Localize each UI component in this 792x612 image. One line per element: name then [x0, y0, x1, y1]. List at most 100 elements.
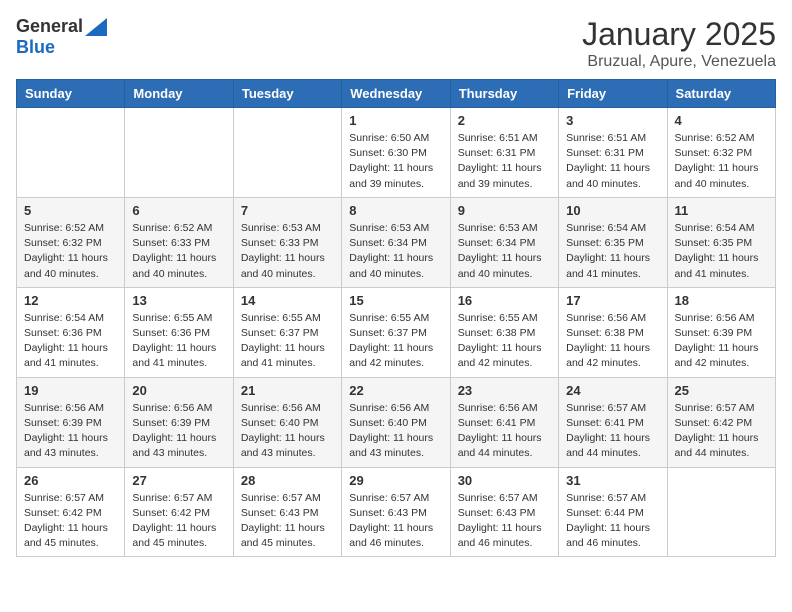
day-number: 29: [349, 473, 442, 488]
calendar-cell: 22 Sunrise: 6:56 AMSunset: 6:40 PMDayligh…: [342, 377, 450, 467]
day-number: 25: [675, 383, 768, 398]
day-number: 30: [458, 473, 551, 488]
day-number: 4: [675, 113, 768, 128]
calendar-cell: 5 Sunrise: 6:52 AMSunset: 6:32 PMDaylight…: [17, 197, 125, 287]
calendar-cell: 28 Sunrise: 6:57 AMSunset: 6:43 PMDayligh…: [233, 467, 341, 557]
day-info: Sunrise: 6:50 AMSunset: 6:30 PMDaylight:…: [349, 131, 442, 192]
day-info: Sunrise: 6:51 AMSunset: 6:31 PMDaylight:…: [566, 131, 659, 192]
day-number: 12: [24, 293, 117, 308]
title-block: January 2025 Bruzual, Apure, Venezuela: [582, 16, 776, 71]
day-number: 17: [566, 293, 659, 308]
day-number: 26: [24, 473, 117, 488]
calendar-cell: 19 Sunrise: 6:56 AMSunset: 6:39 PMDayligh…: [17, 377, 125, 467]
day-number: 23: [458, 383, 551, 398]
logo-general-text: General: [16, 16, 83, 37]
day-info: Sunrise: 6:55 AMSunset: 6:37 PMDaylight:…: [241, 311, 334, 372]
month-title: January 2025: [582, 16, 776, 53]
day-info: Sunrise: 6:55 AMSunset: 6:36 PMDaylight:…: [132, 311, 225, 372]
calendar-cell: 21Sunrise: 6:56 AMSunset: 6:40 PMDayligh…: [233, 377, 341, 467]
day-number: 21: [241, 383, 334, 398]
day-info: Sunrise: 6:55 AMSunset: 6:38 PMDaylight:…: [458, 311, 551, 372]
day-info: Sunrise: 6:54 AMSunset: 6:36 PMDaylight:…: [24, 311, 117, 372]
calendar-cell: 6Sunrise: 6:52 AMSunset: 6:33 PMDaylight…: [125, 197, 233, 287]
calendar-cell: [125, 108, 233, 198]
calendar-header-friday: Friday: [559, 80, 667, 108]
calendar-cell: 2 Sunrise: 6:51 AMSunset: 6:31 PMDaylight…: [450, 108, 558, 198]
day-number: 18: [675, 293, 768, 308]
day-number: 19: [24, 383, 117, 398]
day-info: Sunrise: 6:56 AMSunset: 6:39 PMDaylight:…: [24, 401, 117, 462]
day-info: Sunrise: 6:54 AMSunset: 6:35 PMDaylight:…: [675, 221, 768, 282]
day-number: 8: [349, 203, 442, 218]
day-info: Sunrise: 6:56 AMSunset: 6:40 PMDaylight:…: [349, 401, 442, 462]
day-number: 31: [566, 473, 659, 488]
calendar-cell: 24 Sunrise: 6:57 AMSunset: 6:41 PMDayligh…: [559, 377, 667, 467]
calendar-cell: 9Sunrise: 6:53 AMSunset: 6:34 PMDaylight…: [450, 197, 558, 287]
calendar-cell: 25 Sunrise: 6:57 AMSunset: 6:42 PMDayligh…: [667, 377, 775, 467]
calendar-cell: 1 Sunrise: 6:50 AMSunset: 6:30 PMDaylight…: [342, 108, 450, 198]
day-number: 5: [24, 203, 117, 218]
day-number: 2: [458, 113, 551, 128]
day-info: Sunrise: 6:57 AMSunset: 6:42 PMDaylight:…: [132, 491, 225, 552]
calendar-cell: 8 Sunrise: 6:53 AMSunset: 6:34 PMDaylight…: [342, 197, 450, 287]
day-info: Sunrise: 6:52 AMSunset: 6:33 PMDaylight:…: [132, 221, 225, 282]
day-info: Sunrise: 6:57 AMSunset: 6:43 PMDaylight:…: [458, 491, 551, 552]
day-info: Sunrise: 6:57 AMSunset: 6:42 PMDaylight:…: [24, 491, 117, 552]
calendar-cell: 14 Sunrise: 6:55 AMSunset: 6:37 PMDayligh…: [233, 287, 341, 377]
day-info: Sunrise: 6:53 AMSunset: 6:33 PMDaylight:…: [241, 221, 334, 282]
calendar-header-monday: Monday: [125, 80, 233, 108]
logo-icon: [85, 18, 107, 36]
day-number: 24: [566, 383, 659, 398]
logo-blue-text: Blue: [16, 37, 55, 57]
calendar-cell: 17 Sunrise: 6:56 AMSunset: 6:38 PMDayligh…: [559, 287, 667, 377]
day-number: 28: [241, 473, 334, 488]
day-info: Sunrise: 6:57 AMSunset: 6:41 PMDaylight:…: [566, 401, 659, 462]
calendar-header-tuesday: Tuesday: [233, 80, 341, 108]
day-number: 22: [349, 383, 442, 398]
logo: General Blue: [16, 16, 107, 58]
calendar-cell: 10Sunrise: 6:54 AMSunset: 6:35 PMDayligh…: [559, 197, 667, 287]
day-number: 7: [241, 203, 334, 218]
day-number: 27: [132, 473, 225, 488]
calendar-cell: 7 Sunrise: 6:53 AMSunset: 6:33 PMDaylight…: [233, 197, 341, 287]
calendar-cell: 13 Sunrise: 6:55 AMSunset: 6:36 PMDayligh…: [125, 287, 233, 377]
calendar-cell: [667, 467, 775, 557]
day-number: 20: [132, 383, 225, 398]
calendar-table: SundayMondayTuesdayWednesdayThursdayFrid…: [16, 79, 776, 557]
day-info: Sunrise: 6:57 AMSunset: 6:43 PMDaylight:…: [349, 491, 442, 552]
calendar-week-row: 1 Sunrise: 6:50 AMSunset: 6:30 PMDaylight…: [17, 108, 776, 198]
calendar-week-row: 5 Sunrise: 6:52 AMSunset: 6:32 PMDaylight…: [17, 197, 776, 287]
calendar-cell: 23 Sunrise: 6:56 AMSunset: 6:41 PMDayligh…: [450, 377, 558, 467]
day-info: Sunrise: 6:54 AMSunset: 6:35 PMDaylight:…: [566, 221, 659, 282]
calendar-cell: 4 Sunrise: 6:52 AMSunset: 6:32 PMDaylight…: [667, 108, 775, 198]
day-info: Sunrise: 6:52 AMSunset: 6:32 PMDaylight:…: [675, 131, 768, 192]
day-info: Sunrise: 6:57 AMSunset: 6:42 PMDaylight:…: [675, 401, 768, 462]
day-info: Sunrise: 6:52 AMSunset: 6:32 PMDaylight:…: [24, 221, 117, 282]
day-info: Sunrise: 6:56 AMSunset: 6:41 PMDaylight:…: [458, 401, 551, 462]
day-number: 14: [241, 293, 334, 308]
page-header: General Blue January 2025 Bruzual, Apure…: [16, 16, 776, 71]
calendar-cell: 11 Sunrise: 6:54 AMSunset: 6:35 PMDayligh…: [667, 197, 775, 287]
day-info: Sunrise: 6:51 AMSunset: 6:31 PMDaylight:…: [458, 131, 551, 192]
calendar-cell: [233, 108, 341, 198]
day-number: 1: [349, 113, 442, 128]
calendar-cell: 30 Sunrise: 6:57 AMSunset: 6:43 PMDayligh…: [450, 467, 558, 557]
calendar-cell: 26 Sunrise: 6:57 AMSunset: 6:42 PMDayligh…: [17, 467, 125, 557]
day-info: Sunrise: 6:57 AMSunset: 6:44 PMDaylight:…: [566, 491, 659, 552]
calendar-cell: 20 Sunrise: 6:56 AMSunset: 6:39 PMDayligh…: [125, 377, 233, 467]
day-number: 13: [132, 293, 225, 308]
day-info: Sunrise: 6:56 AMSunset: 6:38 PMDaylight:…: [566, 311, 659, 372]
day-info: Sunrise: 6:53 AMSunset: 6:34 PMDaylight:…: [458, 221, 551, 282]
calendar-cell: 3Sunrise: 6:51 AMSunset: 6:31 PMDaylight…: [559, 108, 667, 198]
calendar-cell: 31 Sunrise: 6:57 AMSunset: 6:44 PMDayligh…: [559, 467, 667, 557]
day-number: 11: [675, 203, 768, 218]
calendar-cell: 12 Sunrise: 6:54 AMSunset: 6:36 PMDayligh…: [17, 287, 125, 377]
calendar-week-row: 26 Sunrise: 6:57 AMSunset: 6:42 PMDayligh…: [17, 467, 776, 557]
day-info: Sunrise: 6:53 AMSunset: 6:34 PMDaylight:…: [349, 221, 442, 282]
day-info: Sunrise: 6:57 AMSunset: 6:43 PMDaylight:…: [241, 491, 334, 552]
calendar-header-sunday: Sunday: [17, 80, 125, 108]
day-info: Sunrise: 6:56 AMSunset: 6:39 PMDaylight:…: [675, 311, 768, 372]
day-number: 16: [458, 293, 551, 308]
day-info: Sunrise: 6:56 AMSunset: 6:39 PMDaylight:…: [132, 401, 225, 462]
calendar-header-wednesday: Wednesday: [342, 80, 450, 108]
